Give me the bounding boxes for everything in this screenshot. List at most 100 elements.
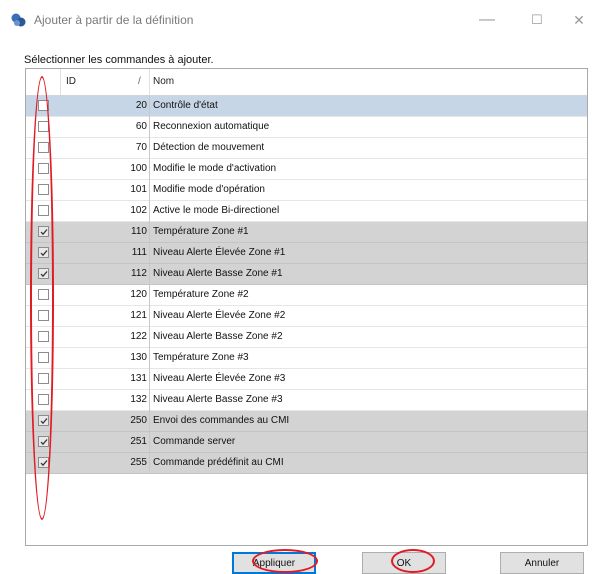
row-name: Température Zone #3	[153, 352, 249, 363]
cell-separator	[149, 453, 150, 474]
row-name: Commande prédéfinit au CMI	[153, 457, 284, 468]
ok-button[interactable]: OK	[362, 552, 446, 574]
cell-separator	[149, 201, 150, 222]
cell-separator	[149, 432, 150, 453]
app-icon	[10, 12, 28, 28]
row-id: 102	[130, 205, 147, 216]
header-separator	[149, 69, 150, 95]
table-row[interactable]: 122 Niveau Alerte Basse Zone #2	[26, 327, 587, 348]
row-name: Niveau Alerte Élevée Zone #2	[153, 310, 286, 321]
cell-separator	[149, 264, 150, 285]
grid-header: ID / Nom	[26, 69, 587, 96]
table-row[interactable]: 132 Niveau Alerte Basse Zone #3	[26, 390, 587, 411]
cell-separator	[149, 390, 150, 411]
row-checkbox[interactable]	[38, 352, 49, 363]
column-header-id[interactable]: ID	[66, 69, 76, 95]
commands-grid[interactable]: ID / Nom 20 Contrôle d'état 60 Reconnexion …	[25, 68, 588, 546]
cell-separator	[149, 222, 150, 243]
window-title: Ajouter à partir de la définition	[34, 13, 194, 27]
row-name: Niveau Alerte Basse Zone #1	[153, 268, 283, 279]
row-id: 70	[135, 142, 147, 153]
table-row[interactable]: 130 Température Zone #3	[26, 348, 587, 369]
row-checkbox[interactable]	[38, 436, 49, 447]
table-row[interactable]: 101 Modifie mode d'opération	[26, 180, 587, 201]
row-checkbox[interactable]	[38, 184, 49, 195]
table-row[interactable]: 251 Commande server	[26, 432, 587, 453]
checkmark-icon	[40, 271, 48, 278]
cell-separator	[149, 96, 150, 117]
table-row[interactable]: 102 Active le mode Bi-directionel	[26, 201, 587, 222]
row-checkbox[interactable]	[38, 373, 49, 384]
row-name: Température Zone #2	[153, 289, 249, 300]
row-checkbox[interactable]	[38, 331, 49, 342]
row-checkbox[interactable]	[38, 457, 49, 468]
row-id: 121	[130, 310, 147, 321]
row-checkbox[interactable]	[38, 142, 49, 153]
table-row[interactable]: 70 Détection de mouvement	[26, 138, 587, 159]
row-name: Modifie le mode d'activation	[153, 163, 277, 174]
apply-button[interactable]: Appliquer	[232, 552, 316, 574]
column-header-name[interactable]: Nom	[153, 69, 174, 95]
row-checkbox[interactable]	[38, 226, 49, 237]
table-row[interactable]: 60 Reconnexion automatique	[26, 117, 587, 138]
table-row[interactable]: 112 Niveau Alerte Basse Zone #1	[26, 264, 587, 285]
row-id: 132	[130, 394, 147, 405]
cell-separator	[149, 243, 150, 264]
cell-separator	[149, 411, 150, 432]
row-name: Détection de mouvement	[153, 142, 265, 153]
row-checkbox[interactable]	[38, 205, 49, 216]
table-row[interactable]: 121 Niveau Alerte Élevée Zone #2	[26, 306, 587, 327]
checkmark-icon	[40, 460, 48, 467]
table-row[interactable]: 110 Température Zone #1	[26, 222, 587, 243]
row-id: 131	[130, 373, 147, 384]
row-name: Modifie mode d'opération	[153, 184, 265, 195]
row-id: 120	[130, 289, 147, 300]
table-row[interactable]: 100 Modifie le mode d'activation	[26, 159, 587, 180]
row-checkbox[interactable]	[38, 289, 49, 300]
row-checkbox[interactable]	[38, 268, 49, 279]
row-id: 110	[131, 226, 147, 237]
row-name: Reconnexion automatique	[153, 121, 270, 132]
cancel-button[interactable]: Annuler	[500, 552, 584, 574]
row-name: Niveau Alerte Basse Zone #2	[153, 331, 283, 342]
row-id: 101	[130, 184, 147, 195]
table-row[interactable]: 131 Niveau Alerte Élevée Zone #3	[26, 369, 587, 390]
row-checkbox[interactable]	[38, 394, 49, 405]
row-checkbox[interactable]	[38, 121, 49, 132]
table-row[interactable]: 250 Envoi des commandes au CMI	[26, 411, 587, 432]
row-id: 111	[131, 247, 147, 258]
row-name: Active le mode Bi-directionel	[153, 205, 280, 216]
row-id: 100	[130, 163, 147, 174]
row-name: Contrôle d'état	[153, 100, 218, 111]
row-id: 122	[130, 331, 147, 342]
cell-separator	[149, 180, 150, 201]
cell-separator	[149, 138, 150, 159]
maximize-button[interactable]: ☐	[522, 8, 552, 32]
row-checkbox[interactable]	[38, 247, 49, 258]
table-row[interactable]: 20 Contrôle d'état	[26, 96, 587, 117]
sort-indicator-icon: /	[138, 76, 141, 87]
checkmark-icon	[40, 250, 48, 257]
table-row[interactable]: 111 Niveau Alerte Élevée Zone #1	[26, 243, 587, 264]
row-checkbox[interactable]	[38, 415, 49, 426]
close-button[interactable]: ✕	[564, 8, 594, 32]
cell-separator	[149, 327, 150, 348]
row-checkbox[interactable]	[38, 310, 49, 321]
table-row[interactable]: 120 Température Zone #2	[26, 285, 587, 306]
row-name: Niveau Alerte Élevée Zone #1	[153, 247, 286, 258]
row-checkbox[interactable]	[38, 100, 49, 111]
grid-rows: 20 Contrôle d'état 60 Reconnexion automatiq…	[26, 96, 587, 474]
checkmark-icon	[40, 418, 48, 425]
row-checkbox[interactable]	[38, 163, 49, 174]
cell-separator	[149, 348, 150, 369]
title-bar: Ajouter à partir de la définition — ☐ ✕	[0, 0, 598, 40]
minimize-button[interactable]: —	[472, 8, 502, 32]
cell-separator	[149, 369, 150, 390]
row-id: 255	[130, 457, 147, 468]
checkmark-icon	[40, 229, 48, 236]
row-id: 20	[135, 100, 147, 111]
row-id: 60	[135, 121, 147, 132]
instruction-label: Sélectionner les commandes à ajouter.	[24, 54, 214, 66]
table-row[interactable]: 255 Commande prédéfinit au CMI	[26, 453, 587, 474]
cell-separator	[149, 159, 150, 180]
